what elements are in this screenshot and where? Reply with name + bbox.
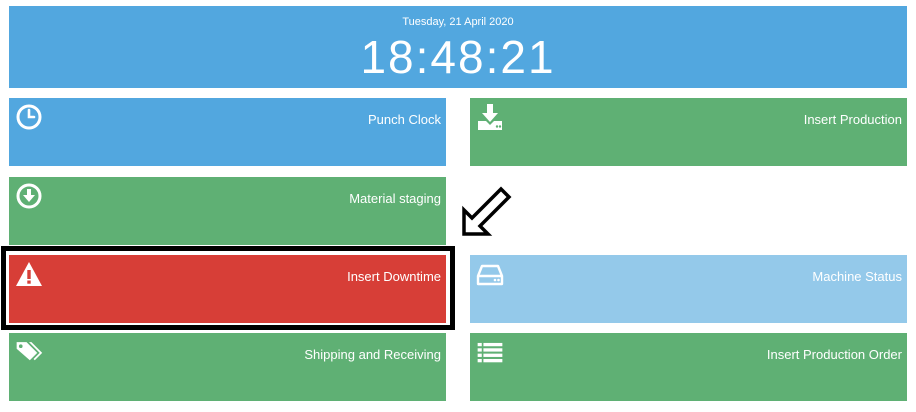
insert-production-order-tile[interactable]: Insert Production Order (470, 333, 907, 401)
clock-icon (16, 104, 42, 130)
machine-status-tile[interactable]: Machine Status (470, 255, 907, 323)
material-staging-tile[interactable]: Material staging (9, 177, 446, 245)
material-staging-label: Material staging (349, 191, 441, 206)
shipping-receiving-tile[interactable]: Shipping and Receiving (9, 333, 446, 401)
hard-drive-icon (476, 264, 504, 286)
current-date: Tuesday, 21 April 2020 (402, 16, 514, 28)
insert-production-label: Insert Production (803, 112, 902, 127)
insert-downtime-tile[interactable]: Insert Downtime (9, 255, 446, 323)
warning-icon (16, 262, 42, 286)
punch-clock-tile[interactable]: Punch Clock (9, 98, 446, 166)
shipping-receiving-label: Shipping and Receiving (304, 347, 441, 362)
pointer-arrow-icon (462, 186, 512, 236)
insert-production-order-label: Insert Production Order (766, 347, 902, 362)
punch-clock-label: Punch Clock (368, 112, 441, 127)
list-icon (477, 342, 503, 363)
arrow-down-circle-icon (16, 183, 42, 209)
download-icon (478, 104, 502, 130)
date-time-header: Tuesday, 21 April 2020 18:48:21 (9, 6, 907, 88)
current-time: 18:48:21 (360, 31, 556, 83)
tags-icon (16, 342, 43, 361)
insert-production-tile[interactable]: Insert Production (470, 98, 907, 166)
machine-status-label: Machine Status (812, 269, 902, 284)
insert-downtime-label: Insert Downtime (347, 269, 441, 284)
